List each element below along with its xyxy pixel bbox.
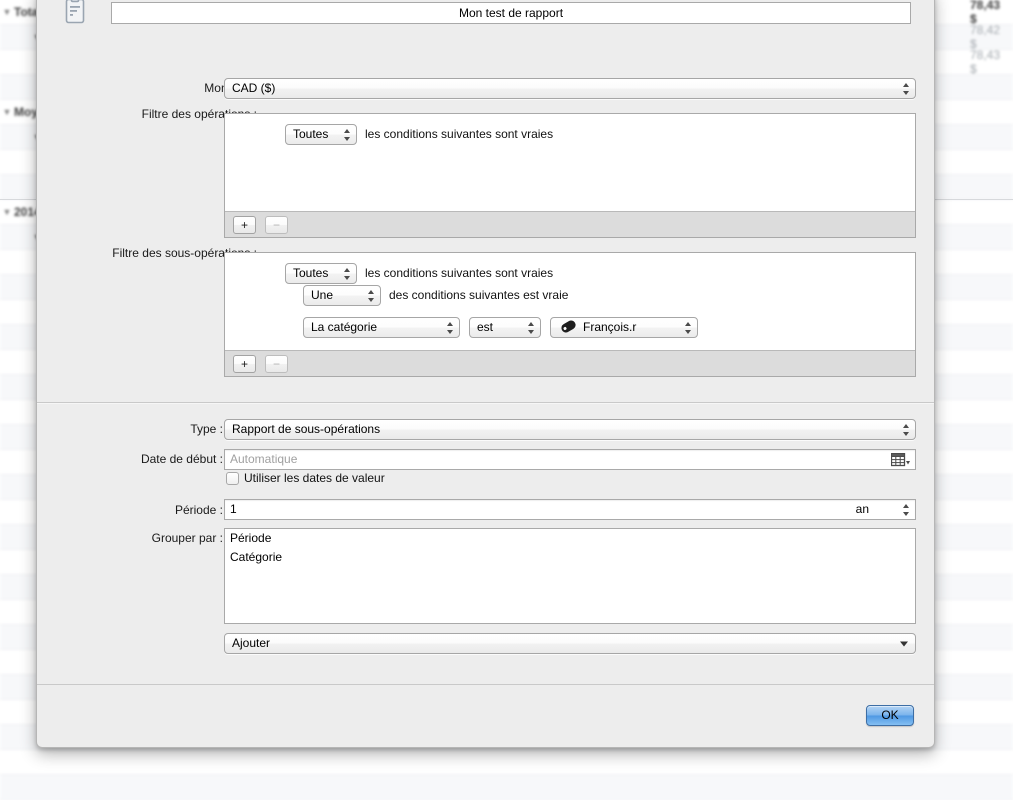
- table-row: [0, 775, 1013, 800]
- operation-filter-box: Toutes les conditions suivantes sont vra…: [224, 113, 916, 238]
- condition-operator-popup[interactable]: est: [469, 317, 541, 338]
- suboperation-filter-match-value: Toutes: [293, 266, 329, 280]
- operation-filter-add-button[interactable]: +: [233, 216, 256, 234]
- disclosure-triangle-icon[interactable]: ▼: [0, 7, 14, 17]
- table-cell-c5: 78,42 $: [969, 23, 1000, 51]
- report-clipboard-icon: [62, 0, 88, 27]
- suboperation-filter-add-button[interactable]: +: [233, 355, 256, 373]
- group-by-item[interactable]: Période: [225, 529, 915, 548]
- ok-button[interactable]: OK: [866, 705, 914, 726]
- group-by-add-label: Ajouter: [232, 636, 271, 650]
- period-unit[interactable]: an: [856, 500, 869, 519]
- disclosure-triangle-icon[interactable]: ▼: [0, 107, 14, 117]
- suboperation-filter-match-popup[interactable]: Toutes: [285, 263, 357, 284]
- calendar-icon[interactable]: [890, 452, 911, 468]
- suboperation-filter-button-bar: + −: [225, 350, 915, 376]
- period-input[interactable]: 1 an: [224, 499, 916, 520]
- currency-value: CAD ($): [232, 81, 276, 95]
- disclosure-triangle-icon[interactable]: ▼: [0, 207, 14, 217]
- group-by-add-popup[interactable]: Ajouter: [224, 633, 916, 654]
- group-by-item[interactable]: Catégorie: [225, 548, 915, 567]
- sheet-footer-divider: [37, 684, 934, 685]
- start-date-placeholder: Automatique: [230, 452, 298, 466]
- condition-operator-value: est: [477, 320, 494, 334]
- suboperation-subgroup-match-popup[interactable]: Une: [303, 285, 381, 306]
- condition-value-popup[interactable]: François.r: [550, 317, 698, 338]
- period-value: 1: [230, 502, 237, 516]
- chevron-down-icon[interactable]: [900, 641, 908, 646]
- operation-match-stepper-icon[interactable]: [344, 128, 351, 142]
- value-dates-checkbox-label[interactable]: Utiliser les dates de valeur: [244, 471, 385, 485]
- start-date-input[interactable]: Automatique: [224, 449, 916, 470]
- type-value: Rapport de sous-opérations: [232, 422, 381, 436]
- condition-operator-stepper-icon[interactable]: [528, 321, 535, 335]
- condition-field-value: La catégorie: [311, 320, 378, 334]
- currency-popup[interactable]: CAD ($): [224, 78, 916, 99]
- group-by-label: Grouper par :: [151, 531, 223, 545]
- start-date-label: Date de début :: [140, 452, 223, 466]
- suboperation-filter-match-text: les conditions suivantes sont vraies: [365, 266, 554, 280]
- value-dates-checkbox[interactable]: [226, 472, 239, 485]
- suboperation-match-stepper-icon[interactable]: [344, 267, 351, 281]
- table-cell-c5: 78,43 $: [969, 48, 1000, 76]
- suboperation-filter-box: Toutes les conditions suivantes sont vra…: [224, 252, 916, 377]
- report-title-input[interactable]: Mon test de rapport: [111, 2, 911, 24]
- currency-stepper-icon[interactable]: [903, 82, 910, 96]
- table-row: [0, 750, 1013, 775]
- type-stepper-icon[interactable]: [903, 423, 910, 437]
- suboperation-subgroup-match-text: des conditions suivantes est vraie: [389, 288, 569, 302]
- suboperation-subgroup-stepper-icon[interactable]: [368, 289, 375, 303]
- group-by-list[interactable]: Période Catégorie: [224, 528, 916, 624]
- type-popup[interactable]: Rapport de sous-opérations: [224, 419, 916, 440]
- suboperation-subgroup-match-value: Une: [311, 288, 334, 302]
- operation-filter-match-popup[interactable]: Toutes: [285, 124, 357, 145]
- operation-filter-remove-button[interactable]: −: [265, 216, 288, 234]
- suboperation-filter-remove-button[interactable]: −: [265, 355, 288, 373]
- condition-value-stepper-icon[interactable]: [685, 321, 692, 335]
- period-stepper-icon[interactable]: [903, 503, 910, 517]
- type-label: Type :: [190, 422, 223, 436]
- condition-field-stepper-icon[interactable]: [447, 321, 454, 335]
- report-settings-sheet: Mon test de rapport Monnaie : CAD ($) Fi…: [36, 0, 935, 748]
- sheet-section-divider: [37, 402, 934, 403]
- operation-filter-match-value: Toutes: [293, 127, 329, 141]
- operation-filter-match-text: les conditions suivantes sont vraies: [365, 127, 554, 141]
- operation-filter-button-bar: + −: [225, 211, 915, 237]
- condition-value-text: François.r: [583, 320, 637, 334]
- period-label: Période :: [174, 503, 223, 517]
- condition-field-popup[interactable]: La catégorie: [303, 317, 460, 338]
- category-tag-icon: [559, 319, 578, 335]
